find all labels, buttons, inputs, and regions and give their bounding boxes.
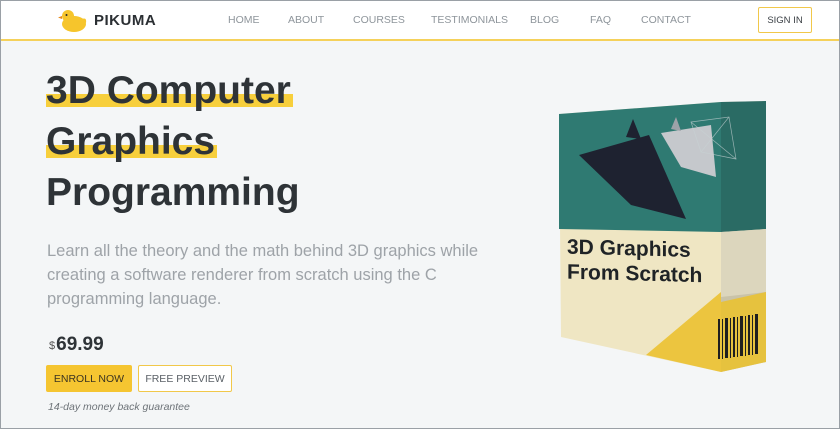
nav-contact[interactable]: CONTACT <box>641 14 691 26</box>
sign-in-button[interactable]: SIGN IN <box>758 7 812 33</box>
page: PIKUMA HOME ABOUT COURSES TESTIMONIALS B… <box>0 0 840 429</box>
nav-testimonials[interactable]: TESTIMONIALS <box>431 14 508 26</box>
nav-blog[interactable]: BLOG <box>530 14 559 26</box>
brand-name: PIKUMA <box>94 11 157 29</box>
money-back-guarantee: 14-day money back guarantee <box>48 401 190 413</box>
hero-description: Learn all the theory and the math behind… <box>47 242 479 308</box>
price-value: 69.99 <box>56 334 104 355</box>
product-box-title: 3D Graphics From Scratch <box>567 235 747 290</box>
hero-title-line-1: 3D Computer <box>46 69 293 112</box>
enroll-now-button[interactable]: ENROLL NOW <box>46 365 132 392</box>
hero-title-line-2: Graphics <box>46 120 218 163</box>
hero-title: 3D Computer Graphics Programming <box>46 65 376 218</box>
top-navbar: PIKUMA HOME ABOUT COURSES TESTIMONIALS B… <box>1 1 839 41</box>
brand-logo[interactable]: PIKUMA <box>58 7 156 33</box>
price: $ 69.99 <box>49 334 104 356</box>
duck-icon <box>58 10 87 32</box>
nav-about[interactable]: ABOUT <box>288 14 324 26</box>
product-box-title-line-2: From Scratch <box>567 260 703 288</box>
nav-faq[interactable]: FAQ <box>590 14 611 26</box>
free-preview-button[interactable]: FREE PREVIEW <box>138 365 232 392</box>
product-box-image: 3D Graphics From Scratch <box>551 97 781 377</box>
hero-title-line-3: Programming <box>46 171 300 214</box>
nav-courses[interactable]: COURSES <box>353 14 405 26</box>
nav-home[interactable]: HOME <box>228 14 260 26</box>
price-currency: $ <box>49 340 56 352</box>
